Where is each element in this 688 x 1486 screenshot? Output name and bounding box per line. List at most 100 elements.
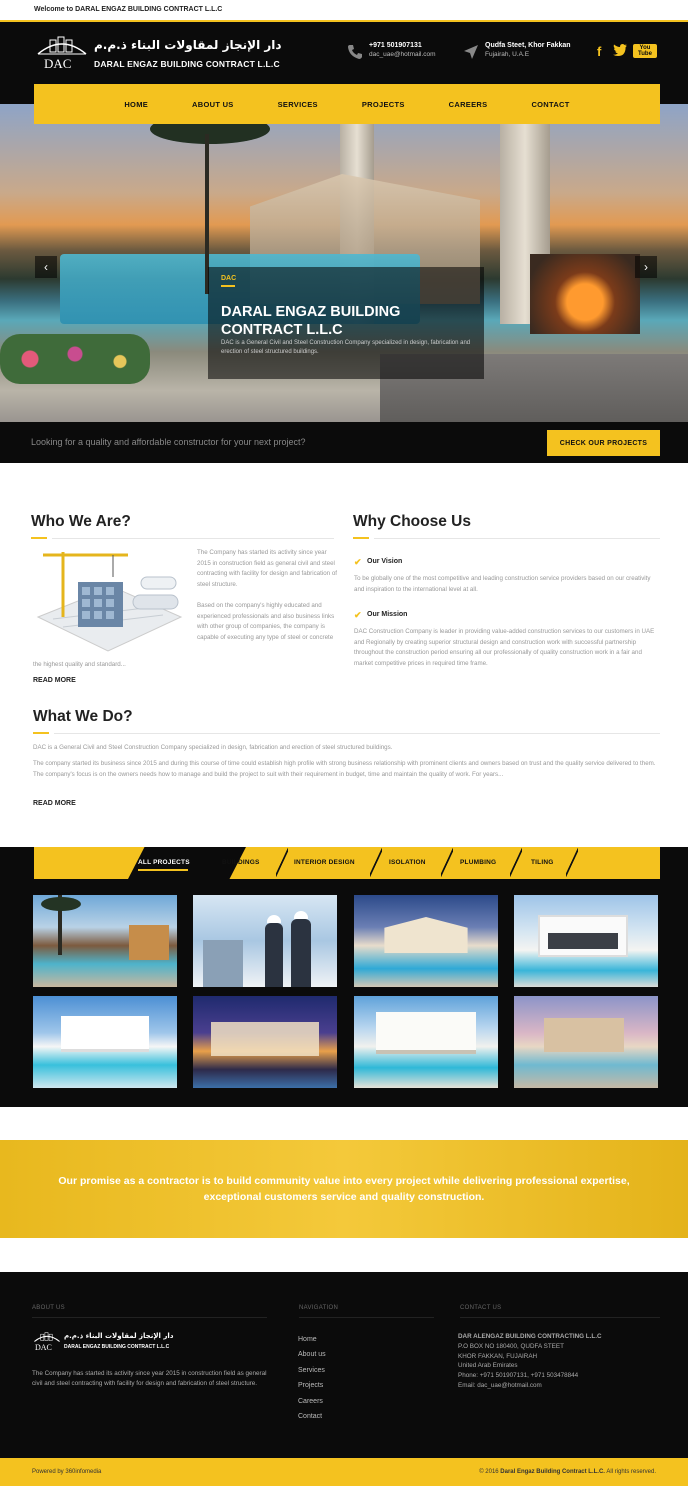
footer-logo-arabic: دار الإنجاز لمقاولات البناء ذ.م.م xyxy=(64,1332,174,1340)
construction-blueprint-image xyxy=(36,552,183,652)
what-we-do-heading: What We Do? xyxy=(33,708,133,725)
active-tab-underline xyxy=(138,869,188,871)
copyright-suffix: All rights reserved. xyxy=(606,1469,656,1475)
divider xyxy=(32,1317,267,1318)
project-thumbnail[interactable] xyxy=(514,895,658,987)
slider-prev-button[interactable]: ‹ xyxy=(35,256,57,278)
what-read-more-link[interactable]: READ MORE xyxy=(33,800,76,807)
phone-icon xyxy=(348,45,362,59)
footer-link-home[interactable]: Home xyxy=(298,1332,326,1347)
check-icon: ✔ xyxy=(354,557,362,567)
footer-link-contact[interactable]: Contact xyxy=(298,1409,326,1424)
tab-buildings[interactable]: BUILDINGS xyxy=(222,859,260,866)
footer-about-text: The Company has started its activity sin… xyxy=(32,1370,267,1387)
footer-logo-english: DARAL ENGAZ BUILDING CONTRACT L.L.C xyxy=(64,1344,170,1350)
header-phone[interactable]: +971 501907131 xyxy=(369,42,436,49)
heading-underline xyxy=(33,732,49,734)
hero-tag-underline xyxy=(221,285,235,287)
project-thumbnail[interactable] xyxy=(193,895,337,987)
footer-city: KHOR FAKKAN, FUJAIRAH xyxy=(458,1352,538,1360)
footer-email[interactable]: Email: dac_uae@hotmail.com xyxy=(458,1381,668,1391)
what-paragraph-2: The company started its business since 2… xyxy=(33,760,656,778)
tab-isolation[interactable]: ISOLATION xyxy=(389,859,426,866)
tab-all-projects[interactable]: ALL PROJECTS xyxy=(138,859,190,866)
header-email[interactable]: dac_uae@hotmail.com xyxy=(369,51,436,58)
who-we-are-heading: Who We Are? xyxy=(31,513,131,530)
header-address-line2: Fujairah, U.A.E xyxy=(485,51,530,58)
why-choose-us-heading: Why Choose Us xyxy=(353,513,471,530)
footer-link-projects[interactable]: Projects xyxy=(298,1378,326,1393)
welcome-text: Welcome to DARAL ENGAZ BUILDING CONTRACT… xyxy=(34,6,223,13)
heading-underline xyxy=(353,537,369,539)
who-read-more-link[interactable]: READ MORE xyxy=(33,677,76,684)
divider xyxy=(460,1317,660,1318)
vision-text: To be globally one of the most competiti… xyxy=(354,575,651,593)
footer-logo-abbr: DAC xyxy=(35,1343,52,1352)
heading-underline xyxy=(31,537,47,539)
tab-separator xyxy=(566,847,578,879)
logo-abbr: DAC xyxy=(44,56,72,71)
site-logo[interactable]: DAC دار الإنجاز لمقاولات البناء ذ.م.م DA… xyxy=(34,32,282,74)
project-thumbnail[interactable] xyxy=(514,996,658,1088)
site-footer: ABOUT US DAC دار الإنجاز لمقاولات البناء… xyxy=(0,1272,688,1458)
divider xyxy=(54,733,660,734)
divider xyxy=(299,1317,434,1318)
promise-text: Our promise as a contractor is to build … xyxy=(58,1175,630,1203)
project-thumbnail[interactable] xyxy=(354,996,498,1088)
nav-projects[interactable]: PROJECTS xyxy=(340,100,427,109)
footer-logo[interactable]: DAC دار الإنجاز لمقاولات البناء ذ.م.م DA… xyxy=(32,1330,174,1360)
logo-english-name: DARAL ENGAZ BUILDING CONTRACT L.L.C xyxy=(94,59,280,69)
cta-text: Looking for a quality and affordable con… xyxy=(31,437,306,447)
project-thumbnail[interactable] xyxy=(33,895,177,987)
check-projects-button[interactable]: CHECK OUR PROJECTS xyxy=(547,430,660,456)
nav-home[interactable]: HOME xyxy=(102,100,170,109)
slider-next-button[interactable]: › xyxy=(635,256,657,278)
check-icon: ✔ xyxy=(354,610,362,620)
twitter-icon[interactable] xyxy=(613,44,627,59)
bottom-bar: Powered by 360infomedia © 2016 Daral Eng… xyxy=(0,1458,688,1486)
hero-tag: DAC xyxy=(221,275,237,282)
nav-careers[interactable]: CAREERS xyxy=(427,100,510,109)
footer-po-box: P.O BOX NO 180400, QUDFA STEET xyxy=(458,1342,564,1350)
nav-about-us[interactable]: ABOUT US xyxy=(170,100,256,109)
copyright-text: © 2016 Daral Engaz Building Contract L.L… xyxy=(479,1469,656,1475)
tab-separator xyxy=(276,847,288,879)
tab-plumbing[interactable]: PLUMBING xyxy=(460,859,496,866)
hero-text: DAC is a General Civil and Steel Constru… xyxy=(221,340,471,355)
who-paragraph-2: Based on the company's highly educated a… xyxy=(197,602,335,641)
nav-services[interactable]: SERVICES xyxy=(256,100,340,109)
tab-interior-design[interactable]: INTERIOR DESIGN xyxy=(294,859,355,866)
hero-title: DARAL ENGAZ BUILDING CONTRACT L.L.C xyxy=(221,304,401,338)
footer-country: United Arab Emirates xyxy=(458,1362,518,1370)
top-strip: Welcome to DARAL ENGAZ BUILDING CONTRACT… xyxy=(0,0,688,22)
tab-separator xyxy=(441,847,453,879)
project-thumbnail[interactable] xyxy=(354,895,498,987)
tab-separator xyxy=(510,847,522,879)
logo-arabic-name: دار الإنجاز لمقاولات البناء ذ.م.م xyxy=(94,38,282,52)
footer-link-services[interactable]: Services xyxy=(298,1363,326,1378)
facebook-icon[interactable]: f xyxy=(597,44,601,59)
promise-banner: Our promise as a contractor is to build … xyxy=(0,1140,688,1238)
powered-by-link[interactable]: Powered by 360infomedia xyxy=(32,1469,101,1475)
footer-contact-block: DAR ALENGAZ BUILDING CONTRACTING L.L.C P… xyxy=(458,1332,668,1391)
tab-tiling[interactable]: TILING xyxy=(531,859,554,866)
footer-link-about[interactable]: About us xyxy=(298,1347,326,1362)
location-arrow-icon xyxy=(464,45,478,59)
who-paragraph-1: The Company has started its activity sin… xyxy=(197,549,337,588)
main-nav: HOME ABOUT US SERVICES PROJECTS CAREERS … xyxy=(34,84,660,124)
nav-contact[interactable]: CONTACT xyxy=(509,100,591,109)
mission-title: Our Mission xyxy=(367,611,408,618)
project-thumbnail[interactable] xyxy=(193,996,337,1088)
tab-separator xyxy=(370,847,382,879)
divider xyxy=(374,538,660,539)
header-address-line1: Qudfa Steet, Khor Fakkan xyxy=(485,42,571,49)
youtube-icon[interactable]: You Tube xyxy=(633,44,657,58)
footer-contact-heading: CONTACT US xyxy=(460,1305,502,1311)
project-thumbnail[interactable] xyxy=(33,996,177,1088)
what-paragraph-1: DAC is a General Civil and Steel Constru… xyxy=(33,744,393,751)
footer-nav-links: Home About us Services Projects Careers … xyxy=(298,1332,326,1424)
footer-link-careers[interactable]: Careers xyxy=(298,1394,326,1409)
divider xyxy=(52,538,334,539)
hero-flowers-image xyxy=(0,334,150,384)
footer-company-name: DAR ALENGAZ BUILDING CONTRACTING L.L.C xyxy=(458,1333,602,1340)
